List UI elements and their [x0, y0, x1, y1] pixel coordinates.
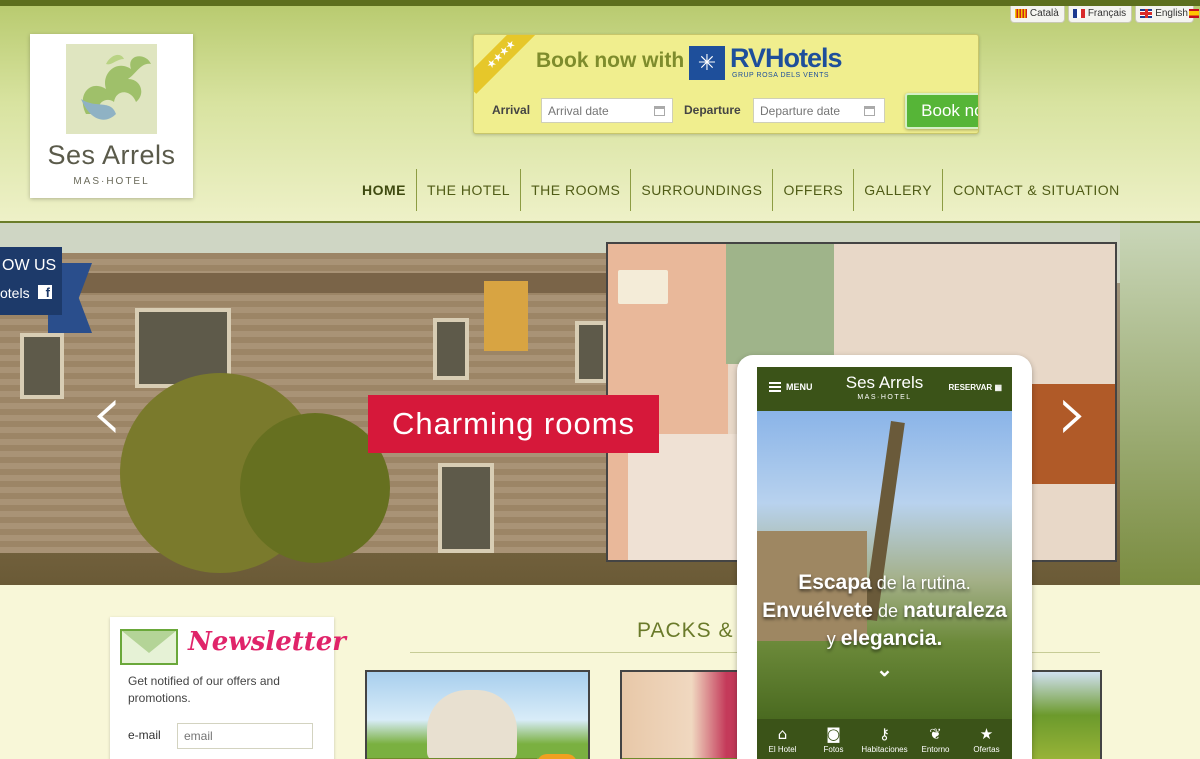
- booking-widget: ★★★★ Book now with ✳ RVHotels GRUP ROSA …: [473, 34, 979, 134]
- logo-subtitle: MAS·HOTEL: [73, 176, 150, 187]
- headline-word: de: [872, 601, 904, 621]
- mobile-hero-image: Escapa de la rutina. Envuélvete de natur…: [757, 411, 1012, 719]
- house-door: [438, 463, 494, 553]
- language-switcher: Català Français English: [1009, 6, 1200, 23]
- home-icon: ⌂: [777, 725, 788, 743]
- rvhotels-compass-icon: ✳: [689, 46, 725, 80]
- lang-label: Français: [1087, 8, 1127, 19]
- headline-word: Escapa: [798, 571, 872, 594]
- pack-badge: [537, 754, 577, 759]
- headline-word: de la rutina.: [871, 573, 971, 593]
- envelope-icon: [120, 629, 178, 665]
- mobile-tab-bar: ⌂ El Hotel ◙ Fotos ⚷ Habitaciones ❦ Ento…: [757, 719, 1012, 759]
- rvhotels-tagline: GRUP ROSA DELS VENTS: [732, 72, 830, 79]
- uk-flag-icon: [1140, 9, 1153, 18]
- nav-home[interactable]: HOME: [352, 169, 416, 211]
- booking-title: Book now with: [536, 49, 685, 72]
- mobile-logo-sub: MAS·HOTEL: [857, 394, 912, 401]
- rvhotels-brand: RVHotels: [730, 43, 843, 73]
- header: Català Français English Ses Arrels MAS·H…: [0, 6, 1200, 222]
- camera-icon: ◙: [826, 725, 841, 743]
- book-now-button[interactable]: Book now: [905, 93, 978, 129]
- arrival-label: Arrival: [492, 103, 531, 117]
- newsletter-description: Get notified of our offers and promotion…: [128, 674, 280, 705]
- key-icon: ⚷: [879, 725, 890, 743]
- calendar-icon: ▦: [994, 383, 1002, 392]
- headline-word: y: [826, 629, 841, 649]
- lang-label: Català: [1029, 8, 1059, 19]
- lang-english[interactable]: English: [1135, 6, 1199, 23]
- follow-brand: otels: [0, 285, 30, 301]
- mobile-screen: MENU Ses Arrels MAS·HOTEL RESERVAR ▦ Esc…: [757, 367, 1012, 759]
- slider-next-arrow-icon[interactable]: ›: [1056, 363, 1090, 463]
- calendar-icon[interactable]: [864, 106, 875, 116]
- olive-tree: [1120, 223, 1200, 585]
- house-roof: [56, 273, 614, 293]
- email-label: e-mail: [128, 728, 161, 742]
- plant-icon: ❦: [929, 725, 942, 743]
- tab-habitaciones[interactable]: ⚷ Habitaciones: [859, 719, 910, 759]
- nav-contact[interactable]: CONTACT & SITUATION: [942, 169, 1130, 211]
- newsletter-title: Newsletter: [188, 627, 347, 657]
- leaf-emblem-icon: [66, 44, 157, 134]
- french-flag-icon: [1072, 9, 1085, 18]
- spanish-flag-icon[interactable]: [1189, 9, 1199, 18]
- hotel-logo[interactable]: Ses Arrels MAS·HOTEL: [30, 34, 193, 198]
- lamp: [618, 270, 668, 304]
- nav-offers[interactable]: OFFERS: [772, 169, 853, 211]
- star-icon: ★: [979, 725, 994, 743]
- facebook-icon[interactable]: f: [38, 285, 52, 300]
- calendar-icon[interactable]: [654, 106, 665, 116]
- packs-title: PACKS &: [637, 619, 734, 642]
- tab-label: Habitaciones: [861, 745, 908, 754]
- nav-gallery[interactable]: GALLERY: [853, 169, 942, 211]
- tab-el-hotel[interactable]: ⌂ El Hotel: [757, 719, 808, 759]
- headline-word: elegancia.: [840, 627, 943, 650]
- tab-fotos[interactable]: ◙ Fotos: [808, 719, 859, 759]
- headline-word: Envuélvete: [762, 599, 873, 622]
- slide-caption: Charming rooms: [368, 395, 659, 453]
- main-nav: HOME THE HOTEL THE ROOMS SURROUNDINGS OF…: [352, 169, 1130, 211]
- mobile-reserve-button[interactable]: RESERVAR ▦: [948, 383, 1002, 392]
- pack-card[interactable]: [365, 670, 590, 759]
- logo-name: Ses Arrels: [47, 140, 176, 170]
- mobile-headline: Escapa de la rutina. Envuélvete de natur…: [757, 569, 1012, 653]
- email-field[interactable]: [177, 723, 313, 749]
- couple-image: [427, 690, 517, 759]
- mobile-header: MENU Ses Arrels MAS·HOTEL RESERVAR ▦: [757, 367, 1012, 411]
- lang-label: English: [1155, 8, 1188, 19]
- house-window: [575, 321, 607, 383]
- bed: [628, 434, 748, 560]
- tab-label: Entorno: [921, 745, 950, 754]
- stars-ribbon: ★★★★: [474, 35, 540, 94]
- room-window: [726, 244, 834, 364]
- follow-label: OW US: [2, 257, 57, 274]
- lang-catala[interactable]: Català: [1009, 6, 1065, 23]
- pack-card[interactable]: [1030, 670, 1102, 759]
- pack-card[interactable]: [620, 670, 740, 759]
- headline-word: naturaleza: [903, 599, 1007, 622]
- departure-label: Departure: [684, 103, 741, 117]
- follow-us-tab[interactable]: OW US otels f: [0, 247, 62, 315]
- house-window: [433, 318, 469, 380]
- tab-label: Fotos: [823, 745, 844, 754]
- sundial: [484, 281, 528, 351]
- tab-label: El Hotel: [768, 745, 797, 754]
- slider-prev-arrow-icon[interactable]: ‹: [90, 363, 124, 463]
- reserve-label: RESERVAR: [948, 383, 993, 392]
- newsletter-box: Newsletter Get notified of our offers an…: [110, 617, 346, 759]
- lang-francais[interactable]: Français: [1067, 6, 1133, 23]
- tab-ofertas[interactable]: ★ Ofertas: [961, 719, 1012, 759]
- tab-label: Ofertas: [973, 745, 1000, 754]
- nav-the-hotel[interactable]: THE HOTEL: [416, 169, 520, 211]
- scroll-down-chevron-icon[interactable]: ⌄: [757, 657, 1012, 682]
- nav-surroundings[interactable]: SURROUNDINGS: [630, 169, 772, 211]
- tab-entorno[interactable]: ❦ Entorno: [910, 719, 961, 759]
- catalan-flag-icon: [1014, 9, 1027, 18]
- mobile-mockup: MENU Ses Arrels MAS·HOTEL RESERVAR ▦ Esc…: [737, 355, 1032, 759]
- house-window: [20, 333, 64, 399]
- nav-the-rooms[interactable]: THE ROOMS: [520, 169, 630, 211]
